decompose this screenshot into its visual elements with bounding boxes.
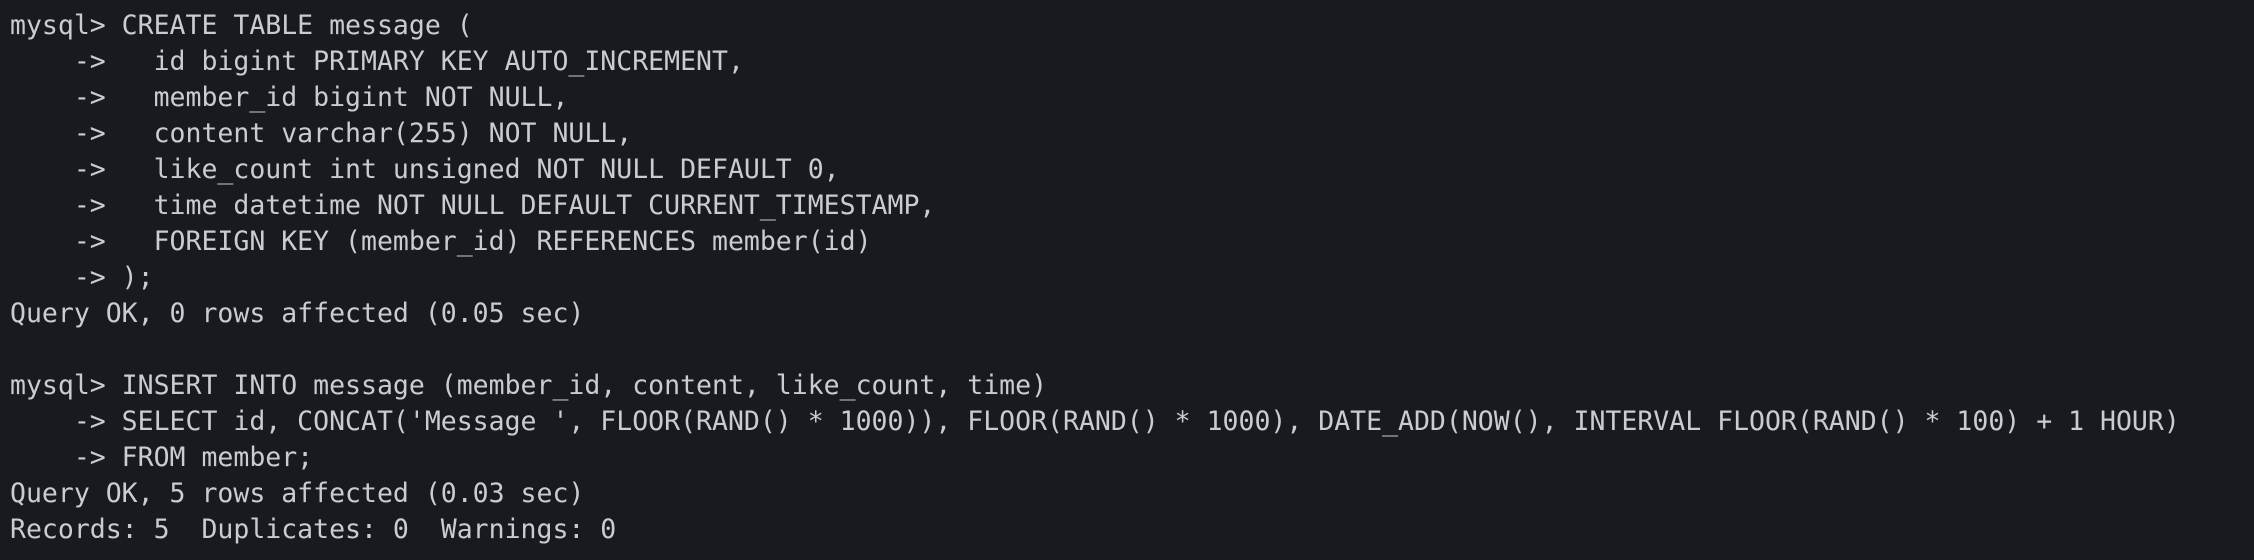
continuation-line: -> FOREIGN KEY (member_id) REFERENCES me…	[10, 226, 872, 257]
query-result-line: Query OK, 5 rows affected (0.03 sec)	[10, 478, 585, 509]
continuation-line: -> FROM member;	[10, 442, 314, 473]
query-result-line: Query OK, 0 rows affected (0.05 sec)	[10, 298, 585, 329]
prompt-line: mysql> CREATE TABLE message (	[10, 10, 473, 41]
continuation-line: -> SELECT id, CONCAT('Message ', FLOOR(R…	[10, 406, 2180, 437]
continuation-line: -> id bigint PRIMARY KEY AUTO_INCREMENT,	[10, 46, 744, 77]
continuation-line: -> member_id bigint NOT NULL,	[10, 82, 569, 113]
records-summary-line: Records: 5 Duplicates: 0 Warnings: 0	[10, 514, 617, 545]
terminal-window[interactable]: mysql> CREATE TABLE message ( -> id bigi…	[0, 0, 2254, 560]
continuation-line: -> content varchar(255) NOT NULL,	[10, 118, 633, 149]
continuation-line: -> like_count int unsigned NOT NULL DEFA…	[10, 154, 840, 185]
continuation-line: -> );	[10, 262, 154, 293]
continuation-line: -> time datetime NOT NULL DEFAULT CURREN…	[10, 190, 936, 221]
prompt-line: mysql> INSERT INTO message (member_id, c…	[10, 370, 1048, 401]
